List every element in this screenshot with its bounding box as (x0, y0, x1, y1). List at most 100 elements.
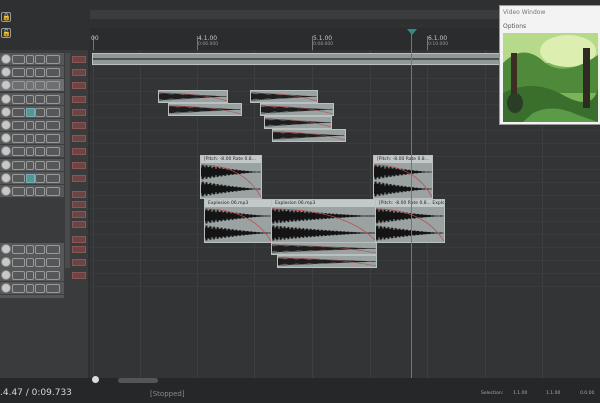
track-header[interactable] (0, 159, 64, 172)
playhead-cursor[interactable] (411, 34, 412, 378)
mute-button[interactable] (35, 81, 45, 90)
volume-knob[interactable] (1, 270, 11, 280)
mute-button[interactable] (35, 147, 45, 156)
fx-button[interactable] (26, 81, 34, 90)
media-item[interactable] (264, 116, 332, 129)
horizontal-scrollbar[interactable] (118, 378, 158, 383)
media-item-long[interactable] (92, 53, 504, 65)
volume-knob[interactable] (1, 54, 11, 64)
volume-knob[interactable] (1, 107, 11, 117)
track-lane[interactable] (90, 144, 600, 157)
media-item[interactable] (168, 103, 242, 116)
record-arm-button[interactable] (72, 56, 86, 63)
record-arm-button[interactable] (72, 201, 86, 208)
record-arm-button[interactable] (72, 221, 86, 228)
fx-button[interactable] (26, 187, 34, 196)
selection-end[interactable]: 1.1.00 (546, 391, 560, 396)
route-button[interactable] (12, 147, 25, 156)
volume-knob[interactable] (1, 257, 11, 267)
route-button[interactable] (12, 187, 25, 196)
video-window-options[interactable]: Options (503, 23, 526, 30)
env-button[interactable] (46, 55, 60, 64)
fx-button[interactable] (26, 174, 35, 183)
env-button[interactable] (46, 134, 60, 143)
track-panel-scrollbar[interactable] (65, 53, 70, 268)
track-header[interactable] (0, 269, 64, 282)
playhead-marker[interactable] (407, 29, 417, 35)
media-item-explosion-3[interactable]: [Pitch: -8.00 Rate 0.8... Explosion 06..… (375, 199, 445, 243)
lock-icon[interactable]: 🔒 (1, 12, 11, 22)
media-item[interactable] (250, 90, 318, 103)
selection-start[interactable]: 1.1.00 (513, 391, 527, 396)
fx-button[interactable] (26, 271, 34, 280)
mute-button[interactable] (35, 245, 45, 254)
volume-knob[interactable] (1, 173, 11, 183)
route-button[interactable] (12, 55, 25, 64)
env-button[interactable] (46, 174, 60, 183)
selection-length[interactable]: 0.0.00 (580, 391, 594, 396)
fx-button[interactable] (26, 108, 35, 117)
media-item-pitch-1[interactable]: [Pitch: -8.00 Rate 0.8... (200, 155, 262, 199)
track-header[interactable] (0, 185, 64, 198)
video-window[interactable]: Video Window Options (499, 5, 600, 125)
volume-knob[interactable] (1, 80, 11, 90)
media-item[interactable] (260, 103, 334, 116)
route-button[interactable] (12, 271, 25, 280)
mute-button[interactable] (35, 68, 45, 77)
track-header[interactable] (0, 145, 64, 158)
zoom-knob[interactable] (92, 376, 99, 383)
track-header[interactable] (0, 93, 64, 106)
lock-icon-2[interactable]: 🔓 (1, 28, 11, 38)
env-button[interactable] (46, 258, 60, 267)
route-button[interactable] (12, 161, 25, 170)
fx-button[interactable] (26, 121, 34, 130)
env-button[interactable] (46, 271, 60, 280)
env-button[interactable] (46, 284, 60, 293)
route-button[interactable] (12, 284, 25, 293)
volume-knob[interactable] (1, 94, 11, 104)
env-button[interactable] (46, 121, 60, 130)
track-lane[interactable] (90, 183, 600, 196)
env-button[interactable] (46, 147, 60, 156)
volume-knob[interactable] (1, 133, 11, 143)
track-header[interactable] (0, 119, 64, 132)
env-button[interactable] (46, 108, 60, 117)
record-arm-button[interactable] (72, 135, 86, 142)
mute-button[interactable] (35, 108, 45, 117)
volume-knob[interactable] (1, 120, 11, 130)
volume-knob[interactable] (1, 283, 11, 293)
mute-button[interactable] (35, 161, 45, 170)
record-arm-button[interactable] (72, 82, 86, 89)
media-item-explosion-1[interactable]: Explosion 06.mp3 (204, 199, 272, 243)
record-arm-button[interactable] (72, 162, 86, 169)
mute-button[interactable] (35, 258, 45, 267)
track-header[interactable] (0, 66, 64, 79)
env-button[interactable] (46, 68, 60, 77)
track-lane[interactable] (90, 170, 600, 183)
mute-button[interactable] (35, 95, 45, 104)
route-button[interactable] (12, 68, 25, 77)
env-button[interactable] (46, 161, 60, 170)
track-header[interactable] (0, 53, 64, 66)
route-button[interactable] (12, 108, 25, 117)
media-item[interactable] (277, 255, 377, 268)
fx-button[interactable] (26, 284, 34, 293)
record-arm-button[interactable] (72, 96, 86, 103)
track-lane[interactable] (90, 157, 600, 170)
fx-button[interactable] (26, 134, 34, 143)
media-item-explosion-2[interactable]: Explosion 06.mp3 (271, 199, 377, 243)
record-arm-button[interactable] (72, 109, 86, 116)
fx-button[interactable] (26, 258, 34, 267)
mute-button[interactable] (35, 174, 45, 183)
fx-button[interactable] (26, 95, 34, 104)
media-item[interactable] (272, 129, 346, 142)
mute-button[interactable] (35, 134, 45, 143)
record-arm-button[interactable] (72, 236, 86, 243)
volume-knob[interactable] (1, 186, 11, 196)
record-arm-button[interactable] (72, 246, 86, 253)
route-button[interactable] (12, 81, 25, 90)
fx-button[interactable] (26, 55, 34, 64)
record-arm-button[interactable] (72, 191, 86, 198)
track-header[interactable] (0, 282, 64, 295)
route-button[interactable] (12, 121, 25, 130)
